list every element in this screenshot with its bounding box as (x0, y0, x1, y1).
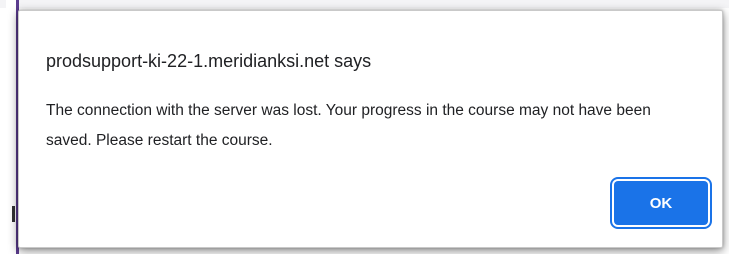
screen: prodsupport-ki-22-1.meridianksi.net says… (0, 0, 729, 254)
background-page-top (0, 0, 729, 8)
background-page-fragment (12, 206, 15, 222)
dialog-message: The connection with the server was lost.… (46, 102, 651, 149)
ok-button[interactable]: OK (614, 181, 708, 225)
dialog-title: prodsupport-ki-22-1.meridianksi.net says (46, 51, 372, 71)
alert-dialog: prodsupport-ki-22-1.meridianksi.net says… (18, 10, 723, 248)
